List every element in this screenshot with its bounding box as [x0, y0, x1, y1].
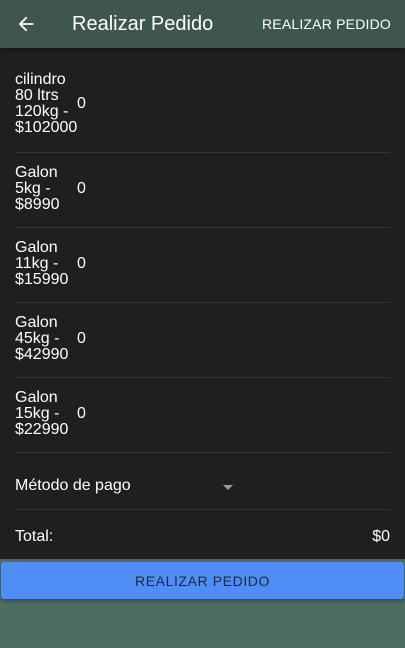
order-form: cilindro 80 ltrs 120kg - $102000 0 Galon…: [0, 48, 405, 559]
product-name: Galon 15kg - $22990: [15, 389, 69, 438]
product-quantity[interactable]: 0: [77, 331, 86, 347]
payment-method-label: Método de pago: [15, 477, 131, 494]
product-item: Galon 45kg - $42990 0: [15, 303, 390, 378]
product-name: Galon 11kg - $15990: [15, 239, 69, 288]
payment-method-select[interactable]: Método de pago: [15, 453, 390, 510]
total-value: $0: [372, 528, 390, 545]
product-item: cilindro 80 ltrs 120kg - $102000 0: [15, 48, 390, 153]
product-quantity[interactable]: 0: [77, 406, 86, 422]
product-quantity[interactable]: 0: [77, 256, 86, 272]
total-row: Total: $0: [15, 510, 390, 558]
product-name: Galon 45kg - $42990: [15, 314, 69, 363]
product-item: Galon 15kg - $22990 0: [15, 378, 390, 453]
page-title: Realizar Pedido: [72, 13, 214, 35]
product-quantity[interactable]: 0: [77, 181, 86, 197]
realizar-pedido-button[interactable]: REALIZAR PEDIDO: [1, 562, 404, 599]
back-button[interactable]: [10, 8, 42, 40]
order-screen: Realizar Pedido REALIZAR PEDIDO cilindro…: [0, 0, 405, 648]
total-label: Total:: [15, 528, 54, 545]
product-quantity[interactable]: 0: [77, 96, 86, 112]
app-bar: Realizar Pedido REALIZAR PEDIDO: [0, 0, 405, 48]
product-name: Galon 5kg - $8990: [15, 164, 60, 213]
product-item: Galon 11kg - $15990 0: [15, 228, 390, 303]
caret-down-icon: [223, 485, 233, 490]
product-name: cilindro 80 ltrs 120kg - $102000: [15, 71, 78, 136]
arrow-left-icon: [18, 16, 34, 32]
realizar-pedido-header-button[interactable]: REALIZAR PEDIDO: [262, 15, 391, 33]
product-item: Galon 5kg - $8990 0: [15, 153, 390, 228]
